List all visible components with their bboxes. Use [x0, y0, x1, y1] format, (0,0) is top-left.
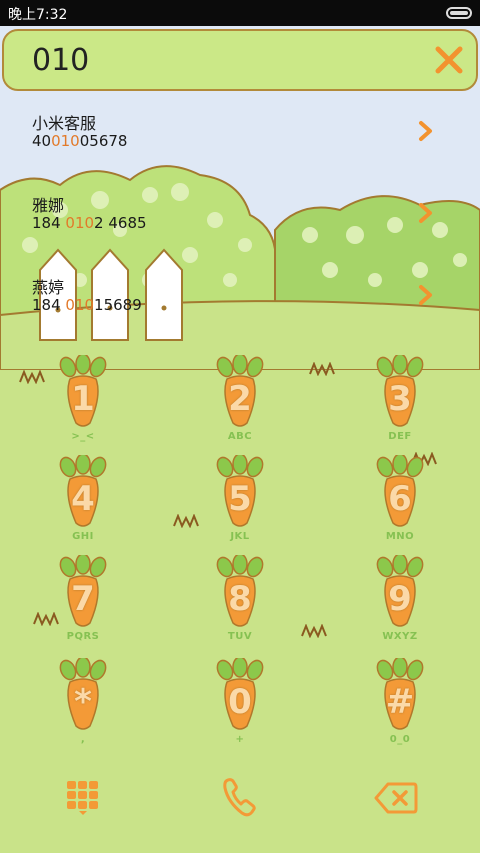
contact-result[interactable]: 雅娜 184 0102 4685 [0, 192, 480, 262]
dial-key[interactable]: 5 JKL [185, 455, 295, 550]
dial-key-letters: ABC [227, 431, 253, 442]
dial-key-digit: # [385, 682, 415, 722]
dial-key[interactable]: #0_0 [345, 658, 455, 753]
chevron-right-icon[interactable] [418, 284, 434, 306]
dial-key-letters: DEF [388, 431, 412, 442]
dial-key[interactable]: *, [28, 658, 138, 753]
contact-name: 小米客服 [32, 114, 97, 133]
contact-number: 184 01015689 [32, 296, 142, 314]
dial-key-digit: 4 [71, 479, 95, 519]
dial-key-digit: 8 [228, 579, 252, 619]
dial-key-letters: WXYZ [382, 631, 418, 642]
dial-key-digit: * [74, 682, 92, 722]
search-bar[interactable]: 010 [2, 29, 478, 91]
dial-key-letters: MNO [385, 531, 415, 542]
dial-key-digit: 9 [388, 579, 412, 619]
contact-number: 184 0102 4685 [32, 214, 147, 232]
chevron-right-icon[interactable] [418, 202, 434, 224]
dial-key[interactable]: 4 GHI [28, 455, 138, 550]
dial-key[interactable]: 8 TUV [185, 555, 295, 650]
contact-result[interactable]: 燕婷 184 01015689 [0, 274, 480, 344]
phone-icon[interactable] [222, 778, 256, 818]
dial-key[interactable]: 7 PQRS [28, 555, 138, 650]
contact-result[interactable]: 小米客服 4001005678 [0, 110, 480, 180]
chevron-right-icon[interactable] [418, 120, 434, 142]
battery-icon [446, 7, 472, 19]
dial-key-letters: TUV [227, 631, 253, 642]
dial-key-digit: 2 [228, 379, 252, 419]
dial-key[interactable]: 3 DEF [345, 355, 455, 450]
backspace-icon[interactable] [374, 782, 418, 814]
dial-key-letters: PQRS [66, 631, 100, 642]
dial-key[interactable]: 2 ABC [185, 355, 295, 450]
dial-key-letters: >_< [71, 431, 95, 442]
contact-name: 雅娜 [32, 196, 65, 215]
clear-icon[interactable] [430, 41, 468, 79]
contact-name: 燕婷 [32, 278, 65, 297]
dial-key-digit: 0 [228, 682, 252, 722]
dial-key[interactable]: 0 + [185, 658, 295, 753]
dial-key-letters: 0_0 [389, 734, 411, 745]
status-bar: 晚上7:32 [0, 0, 480, 26]
status-time: 晚上7:32 [8, 7, 68, 23]
dial-key-letters: , [80, 734, 86, 745]
grid-icon[interactable] [66, 780, 100, 816]
dial-key-digit: 7 [71, 579, 95, 619]
grass-tuft-icon [309, 362, 335, 376]
dial-key-letters: + [235, 734, 245, 745]
dial-key-digit: 6 [388, 479, 412, 519]
dial-key[interactable]: 1 >_< [28, 355, 138, 450]
contact-number: 4001005678 [32, 132, 128, 150]
dial-key-letters: GHI [72, 531, 94, 542]
dial-key-letters: JKL [230, 531, 250, 542]
dial-key-digit: 1 [71, 379, 95, 419]
dial-key[interactable]: 9 WXYZ [345, 555, 455, 650]
dial-key-digit: 5 [228, 479, 252, 519]
dial-key-digit: 3 [388, 379, 412, 419]
grass-tuft-icon [301, 624, 327, 638]
dial-input[interactable]: 010 [32, 43, 89, 78]
dial-key[interactable]: 6 MNO [345, 455, 455, 550]
